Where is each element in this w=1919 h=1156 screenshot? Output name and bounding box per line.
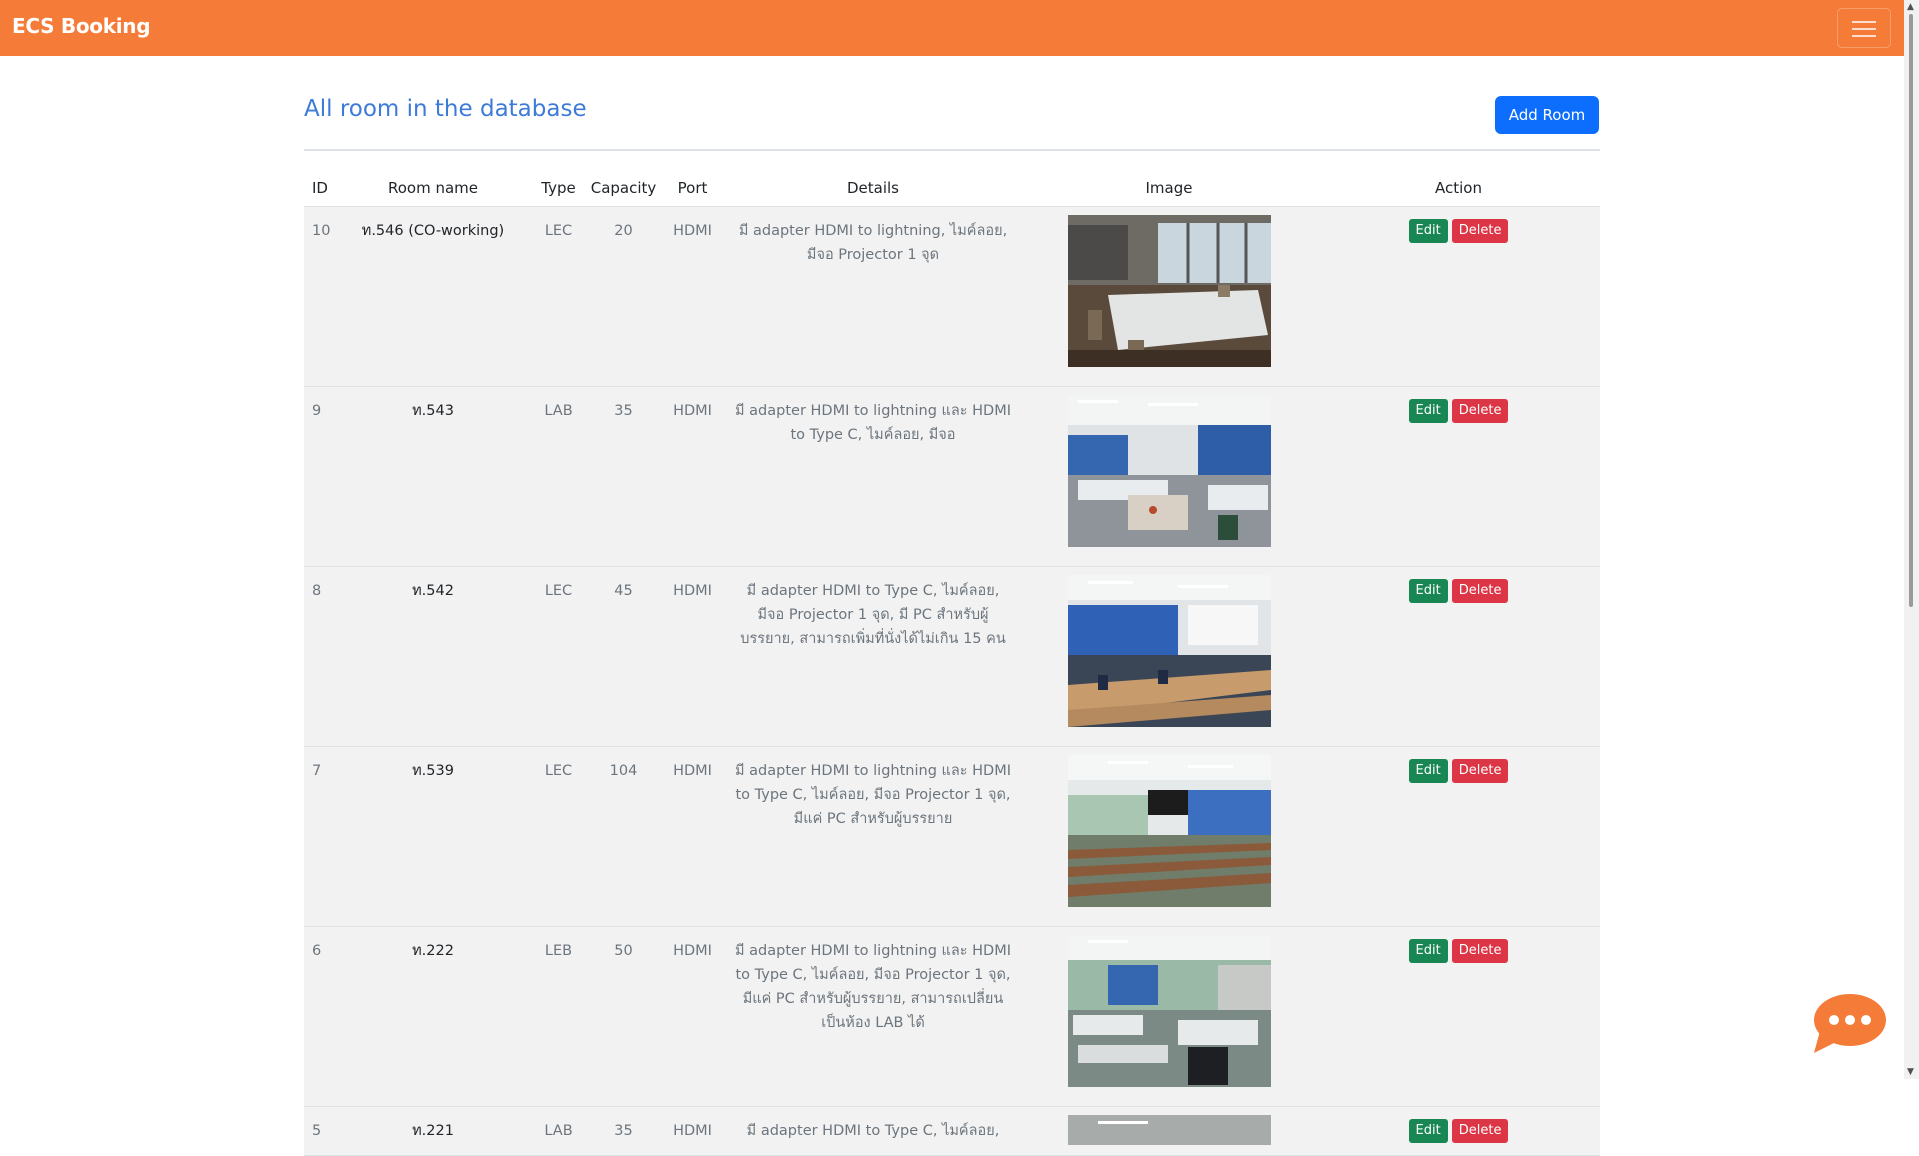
cell-type: LEC [530, 566, 587, 747]
cell-type: LAB [530, 386, 587, 567]
table-row: 6 ท.222 LEB 50 HDMI มี adapter HDMI to l… [304, 926, 1600, 1107]
cell-room-name: ท.543 [336, 386, 530, 567]
room-photo [1067, 935, 1271, 1087]
cell-details: มี adapter HDMI to lightning และ HDMI to… [725, 926, 1021, 1107]
cell-room-name: ท.539 [336, 746, 530, 927]
cell-capacity: 35 [587, 386, 660, 567]
cell-room-name: ท.222 [336, 926, 530, 1107]
col-header-details: Details [725, 170, 1021, 207]
cell-action: Edit Delete [1317, 386, 1600, 567]
cell-type: LEC [530, 746, 587, 927]
cell-room-name: ท.542 [336, 566, 530, 747]
delete-button[interactable]: Delete [1451, 399, 1509, 423]
cell-image [1021, 206, 1317, 387]
edit-button[interactable]: Edit [1408, 1119, 1448, 1143]
cell-type: LEC [530, 206, 587, 387]
scroll-thumb[interactable] [1909, 14, 1913, 607]
delete-button[interactable]: Delete [1451, 219, 1509, 243]
col-header-type: Type [530, 170, 587, 207]
cell-id: 8 [304, 566, 336, 747]
cell-id: 10 [304, 206, 336, 387]
edit-button[interactable]: Edit [1408, 219, 1448, 243]
col-header-image: Image [1021, 170, 1317, 207]
room-photo [1067, 755, 1271, 907]
page-scrollbar[interactable]: ▲ ▼ [1904, 0, 1919, 1079]
scroll-up-icon[interactable]: ▲ [1907, 2, 1914, 12]
col-header-room-name: Room name [336, 170, 530, 207]
delete-button[interactable]: Delete [1451, 759, 1509, 783]
cell-port: HDMI [660, 746, 725, 927]
cell-action: Edit Delete [1317, 746, 1600, 927]
cell-capacity: 20 [587, 206, 660, 387]
cell-port: HDMI [660, 926, 725, 1107]
hamburger-menu-icon[interactable] [1837, 8, 1891, 48]
edit-button[interactable]: Edit [1408, 399, 1448, 423]
cell-details: มี adapter HDMI to lightning และ HDMI to… [725, 386, 1021, 567]
cell-capacity: 104 [587, 746, 660, 927]
cell-type: LAB [530, 1106, 587, 1156]
edit-button[interactable]: Edit [1408, 939, 1448, 963]
navbar: ECS Booking [0, 0, 1904, 56]
table-row: 7 ท.539 LEC 104 HDMI มี adapter HDMI to … [304, 746, 1600, 927]
table-row: 10 ท.546 (CO-working) LEC 20 HDMI มี ada… [304, 206, 1600, 387]
cell-details: มี adapter HDMI to lightning และ HDMI to… [725, 746, 1021, 927]
cell-id: 5 [304, 1106, 336, 1156]
cell-type: LEB [530, 926, 587, 1107]
table-header-row: ID Room name Type Capacity Port Details … [304, 170, 1600, 207]
brand-logo[interactable]: ECS Booking [12, 14, 151, 38]
room-photo [1067, 215, 1271, 367]
cell-action: Edit Delete [1317, 926, 1600, 1107]
edit-button[interactable]: Edit [1408, 579, 1448, 603]
table-row: 8 ท.542 LEC 45 HDMI มี adapter HDMI to T… [304, 566, 1600, 747]
cell-image [1021, 566, 1317, 747]
cell-id: 6 [304, 926, 336, 1107]
cell-action: Edit Delete [1317, 566, 1600, 747]
add-room-button[interactable]: Add Room [1495, 96, 1599, 134]
table-row: 5 ท.221 LAB 35 HDMI มี adapter HDMI to T… [304, 1106, 1600, 1156]
cell-details: มี adapter HDMI to Type C, ไมค์ลอย, มีจอ… [725, 566, 1021, 747]
delete-button[interactable]: Delete [1451, 579, 1509, 603]
cell-port: HDMI [660, 386, 725, 567]
cell-image [1021, 926, 1317, 1107]
page-title: All room in the database [304, 96, 587, 122]
cell-details: มี adapter HDMI to Type C, ไมค์ลอย, [725, 1106, 1021, 1156]
cell-port: HDMI [660, 1106, 725, 1156]
cell-port: HDMI [660, 206, 725, 387]
cell-image [1021, 386, 1317, 567]
rooms-table: ID Room name Type Capacity Port Details … [304, 170, 1600, 1156]
cell-action: Edit Delete [1317, 206, 1600, 387]
cell-capacity: 45 [587, 566, 660, 747]
cell-id: 9 [304, 386, 336, 567]
col-header-port: Port [660, 170, 725, 207]
cell-room-name: ท.546 (CO-working) [336, 206, 530, 387]
scroll-down-icon[interactable]: ▼ [1907, 1067, 1914, 1077]
cell-image [1021, 1106, 1317, 1156]
cell-capacity: 50 [587, 926, 660, 1107]
cell-image [1021, 746, 1317, 927]
col-header-id: ID [304, 170, 336, 207]
col-header-action: Action [1317, 170, 1600, 207]
room-photo [1067, 1115, 1271, 1145]
table-row: 9 ท.543 LAB 35 HDMI มี adapter HDMI to l… [304, 386, 1600, 567]
cell-room-name: ท.221 [336, 1106, 530, 1156]
cell-details: มี adapter HDMI to lightning, ไมค์ลอย, ม… [725, 206, 1021, 387]
cell-id: 7 [304, 746, 336, 927]
room-photo [1067, 395, 1271, 547]
delete-button[interactable]: Delete [1451, 939, 1509, 963]
delete-button[interactable]: Delete [1451, 1119, 1509, 1143]
cell-action: Edit Delete [1317, 1106, 1600, 1156]
divider [304, 149, 1600, 151]
col-header-capacity: Capacity [587, 170, 660, 207]
room-photo [1067, 575, 1271, 727]
cell-port: HDMI [660, 566, 725, 747]
cell-capacity: 35 [587, 1106, 660, 1156]
chat-bubble-icon[interactable] [1810, 993, 1888, 1055]
edit-button[interactable]: Edit [1408, 759, 1448, 783]
